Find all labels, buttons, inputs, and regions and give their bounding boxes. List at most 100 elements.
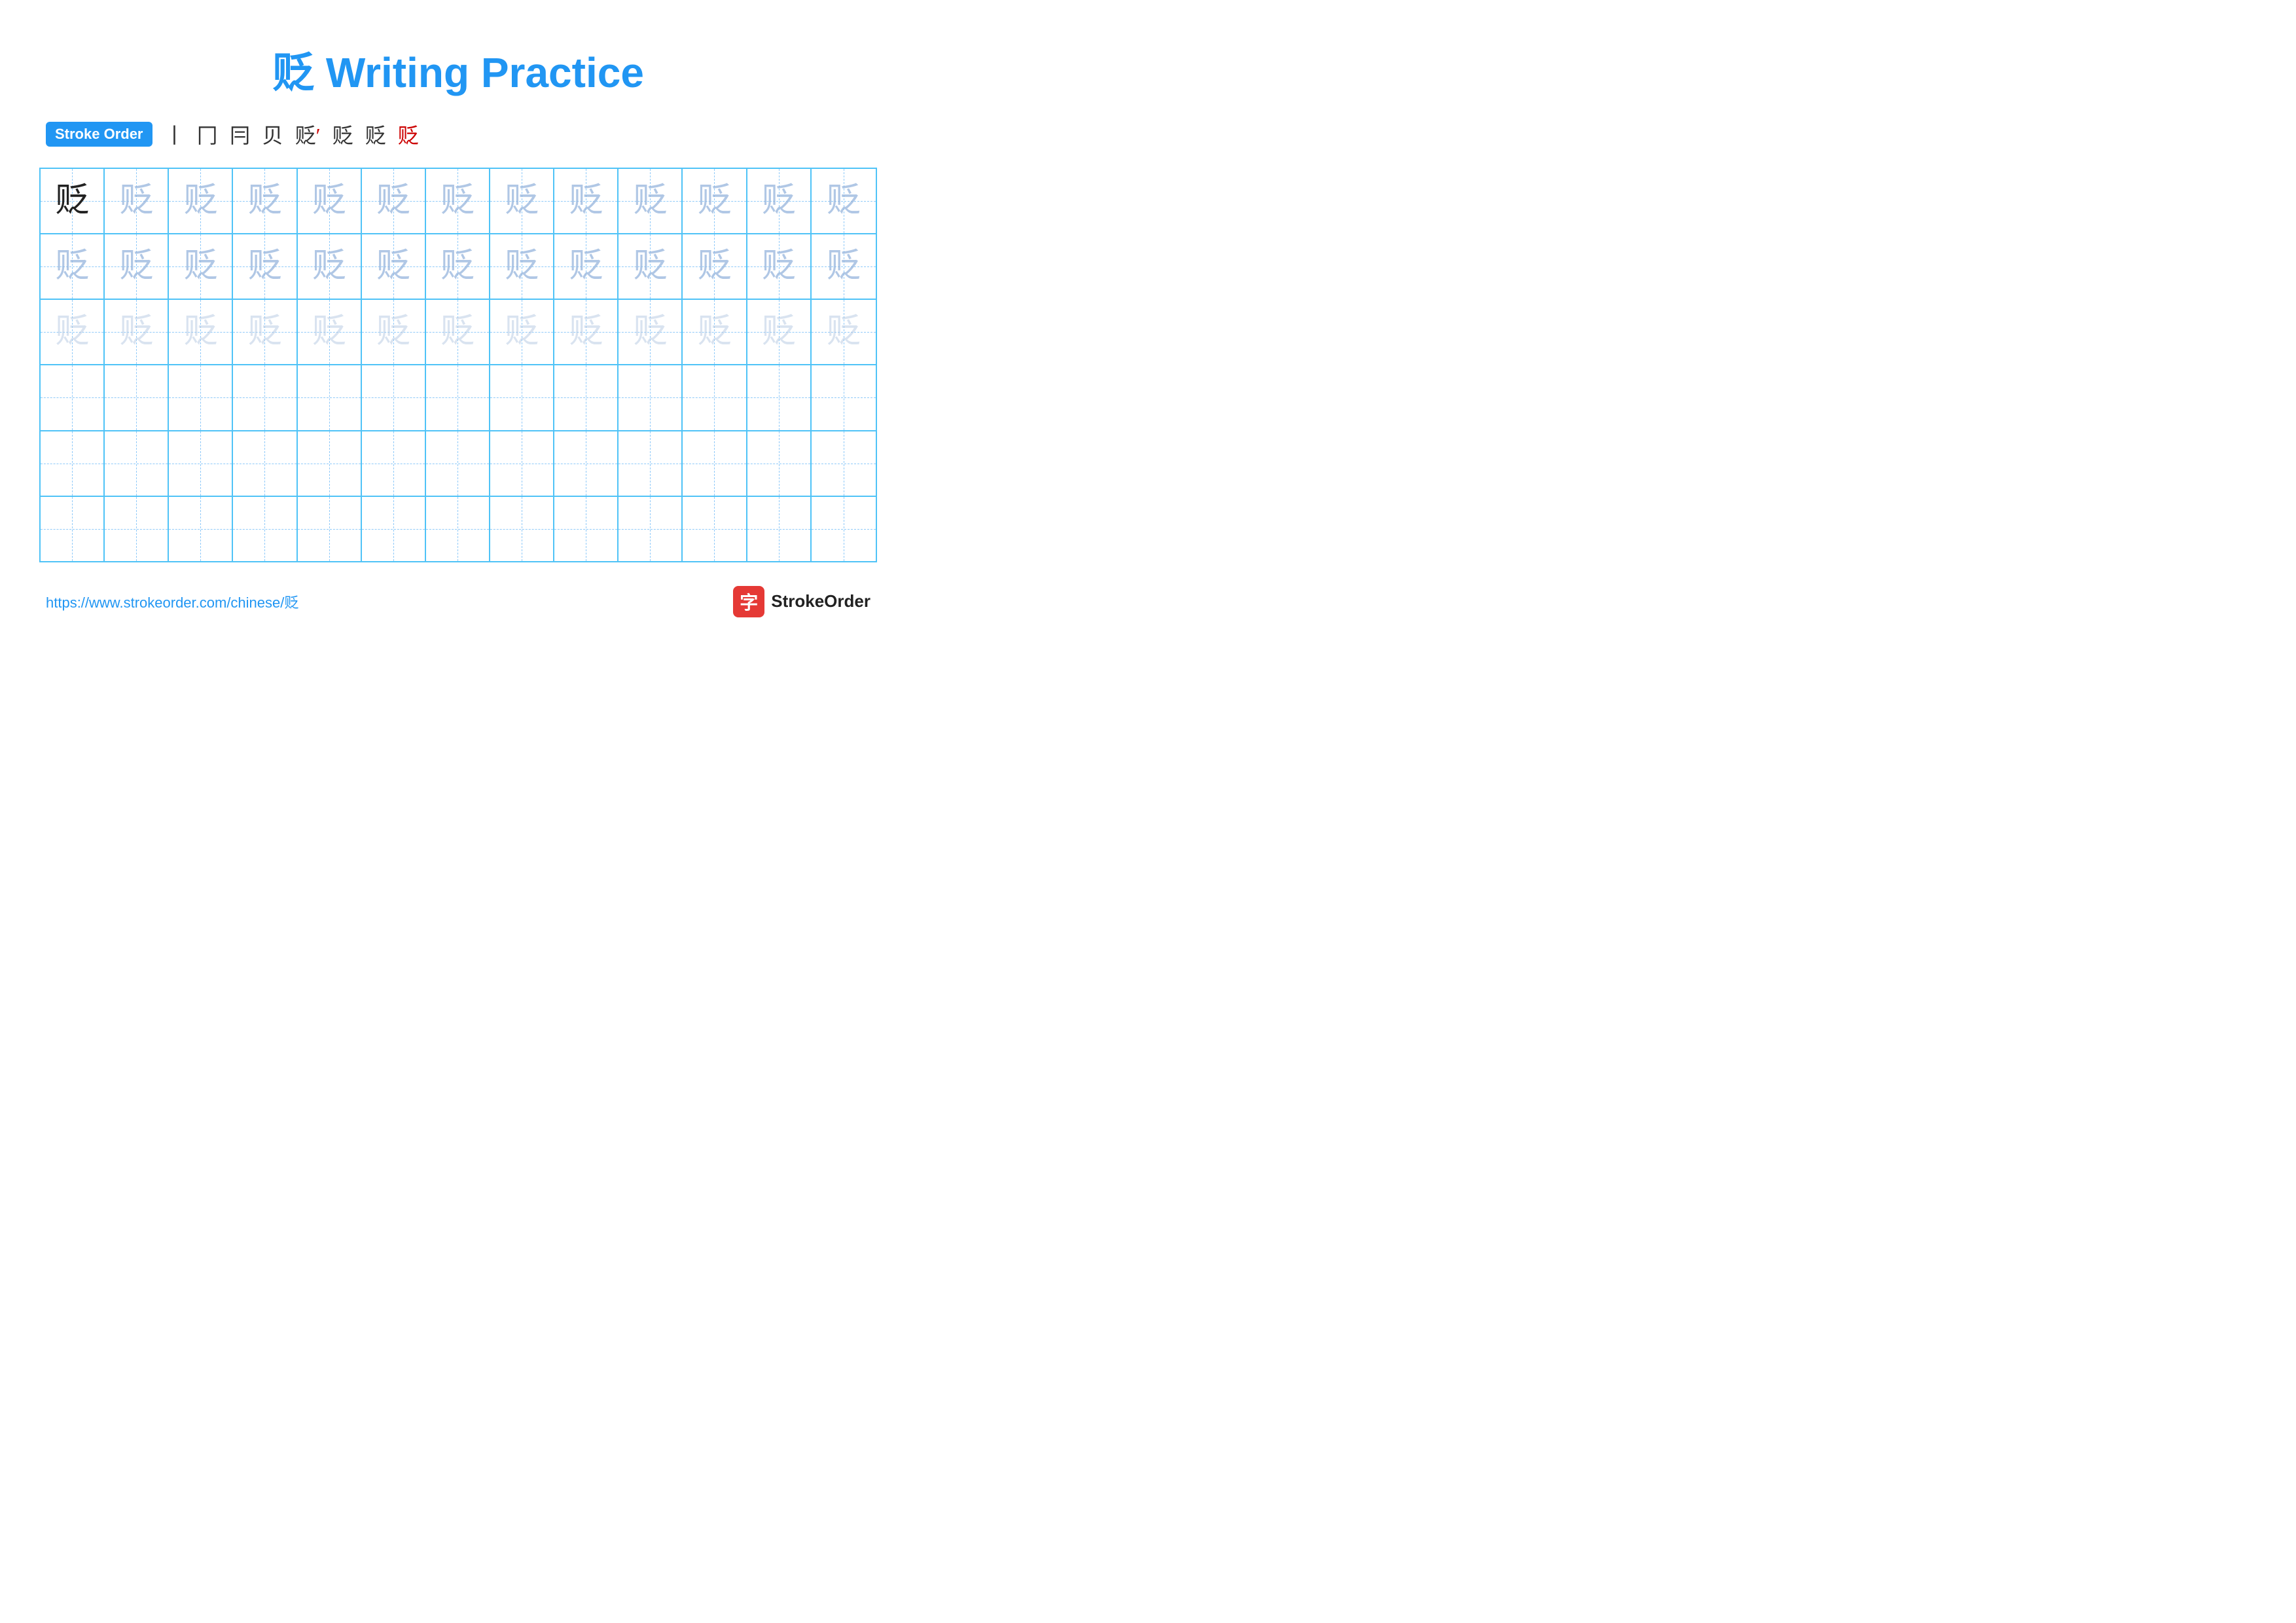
grid-cell[interactable]: 贬 xyxy=(747,169,812,233)
grid-cell[interactable]: 贬 xyxy=(619,234,683,299)
grid-row: 贬贬贬贬贬贬贬贬贬贬贬贬贬 xyxy=(41,169,876,234)
grid-cell[interactable]: 贬 xyxy=(812,169,876,233)
grid-cell[interactable] xyxy=(619,431,683,496)
grid-cell[interactable] xyxy=(298,365,362,429)
grid-cell[interactable] xyxy=(41,365,105,429)
grid-cell[interactable]: 贬 xyxy=(747,300,812,364)
grid-cell[interactable] xyxy=(41,431,105,496)
grid-cell[interactable]: 贬 xyxy=(298,234,362,299)
grid-cell[interactable] xyxy=(554,431,619,496)
grid-cell[interactable]: 贬 xyxy=(747,234,812,299)
grid-cell[interactable] xyxy=(619,497,683,561)
grid-cell[interactable]: 贬 xyxy=(490,300,554,364)
cell-character: 贬 xyxy=(376,184,410,218)
grid-cell[interactable] xyxy=(233,497,297,561)
stroke-step-1: 丨 xyxy=(164,119,185,149)
grid-cell[interactable]: 贬 xyxy=(554,169,619,233)
grid-cell[interactable]: 贬 xyxy=(490,234,554,299)
grid-cell[interactable]: 贬 xyxy=(490,169,554,233)
grid-cell[interactable]: 贬 xyxy=(41,169,105,233)
grid-cell[interactable] xyxy=(747,365,812,429)
grid-cell[interactable]: 贬 xyxy=(362,234,426,299)
grid-cell[interactable] xyxy=(554,497,619,561)
cell-character: 贬 xyxy=(183,184,217,218)
grid-cell[interactable] xyxy=(490,365,554,429)
grid-cell[interactable] xyxy=(169,497,233,561)
grid-cell[interactable] xyxy=(362,431,426,496)
grid-cell[interactable] xyxy=(105,365,169,429)
stroke-step-8: 贬 xyxy=(398,119,419,149)
grid-cell[interactable]: 贬 xyxy=(105,169,169,233)
grid-cell[interactable]: 贬 xyxy=(233,300,297,364)
grid-cell[interactable] xyxy=(812,365,876,429)
grid-cell[interactable]: 贬 xyxy=(426,169,490,233)
grid-cell[interactable] xyxy=(362,365,426,429)
grid-cell[interactable] xyxy=(169,431,233,496)
grid-cell[interactable] xyxy=(683,365,747,429)
cell-character: 贬 xyxy=(762,184,796,218)
grid-cell[interactable] xyxy=(426,431,490,496)
cell-character: 贬 xyxy=(312,315,346,349)
grid-cell[interactable] xyxy=(812,431,876,496)
grid-cell[interactable] xyxy=(747,431,812,496)
grid-cell[interactable] xyxy=(41,497,105,561)
grid-cell[interactable]: 贬 xyxy=(812,300,876,364)
grid-cell[interactable]: 贬 xyxy=(554,300,619,364)
grid-cell[interactable]: 贬 xyxy=(426,234,490,299)
grid-cell[interactable]: 贬 xyxy=(362,169,426,233)
grid-cell[interactable]: 贬 xyxy=(105,234,169,299)
footer-url[interactable]: https://www.strokeorder.com/chinese/贬 xyxy=(46,591,298,612)
grid-cell[interactable] xyxy=(105,497,169,561)
stroke-step-3: 冃 xyxy=(230,119,251,149)
cell-character: 贬 xyxy=(312,184,346,218)
grid-cell[interactable]: 贬 xyxy=(683,234,747,299)
grid-cell[interactable] xyxy=(169,365,233,429)
grid-cell[interactable]: 贬 xyxy=(298,169,362,233)
grid-cell[interactable] xyxy=(490,497,554,561)
cell-character: 贬 xyxy=(633,249,667,283)
cell-character: 贬 xyxy=(827,315,861,349)
grid-cell[interactable] xyxy=(747,497,812,561)
grid-cell[interactable]: 贬 xyxy=(41,300,105,364)
grid-cell[interactable]: 贬 xyxy=(812,234,876,299)
grid-cell[interactable] xyxy=(490,431,554,496)
grid-cell[interactable] xyxy=(298,497,362,561)
grid-cell[interactable]: 贬 xyxy=(683,169,747,233)
grid-cell[interactable] xyxy=(619,365,683,429)
grid-cell[interactable] xyxy=(426,497,490,561)
grid-cell[interactable]: 贬 xyxy=(233,169,297,233)
cell-character: 贬 xyxy=(505,315,539,349)
cell-character: 贬 xyxy=(55,315,89,349)
footer: https://www.strokeorder.com/chinese/贬 字 … xyxy=(39,586,877,617)
grid-cell[interactable] xyxy=(298,431,362,496)
cell-character: 贬 xyxy=(119,315,153,349)
grid-cell[interactable] xyxy=(683,431,747,496)
grid-cell[interactable]: 贬 xyxy=(105,300,169,364)
grid-cell[interactable]: 贬 xyxy=(426,300,490,364)
grid-cell[interactable]: 贬 xyxy=(169,234,233,299)
grid-cell[interactable]: 贬 xyxy=(169,300,233,364)
grid-cell[interactable]: 贬 xyxy=(362,300,426,364)
cell-character: 贬 xyxy=(633,184,667,218)
grid-cell[interactable]: 贬 xyxy=(683,300,747,364)
grid-cell[interactable]: 贬 xyxy=(619,169,683,233)
cell-character: 贬 xyxy=(569,315,603,349)
cell-character: 贬 xyxy=(697,184,731,218)
grid-cell[interactable] xyxy=(683,497,747,561)
grid-cell[interactable] xyxy=(554,365,619,429)
cell-character: 贬 xyxy=(697,249,731,283)
grid-cell[interactable]: 贬 xyxy=(554,234,619,299)
grid-cell[interactable]: 贬 xyxy=(619,300,683,364)
grid-cell[interactable] xyxy=(233,365,297,429)
grid-row xyxy=(41,497,876,561)
grid-cell[interactable]: 贬 xyxy=(298,300,362,364)
grid-cell[interactable] xyxy=(812,497,876,561)
grid-cell[interactable]: 贬 xyxy=(169,169,233,233)
stroke-step-5: 贬′ xyxy=(295,119,321,149)
grid-cell[interactable] xyxy=(362,497,426,561)
grid-cell[interactable]: 贬 xyxy=(233,234,297,299)
grid-cell[interactable] xyxy=(233,431,297,496)
grid-cell[interactable]: 贬 xyxy=(41,234,105,299)
grid-cell[interactable] xyxy=(105,431,169,496)
grid-cell[interactable] xyxy=(426,365,490,429)
